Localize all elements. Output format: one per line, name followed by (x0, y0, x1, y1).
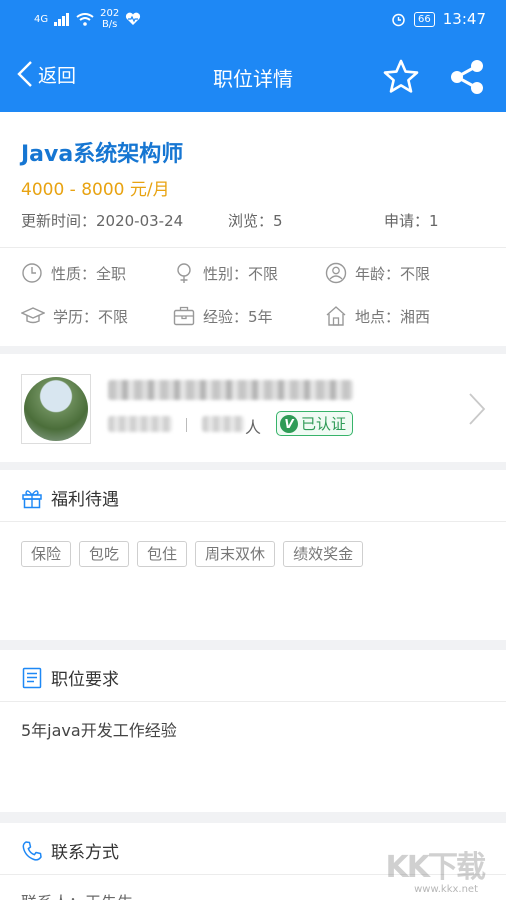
benefit-tag: 包吃 (79, 541, 130, 567)
benefit-tags: 保险 包吃 包住 周末双休 绩效奖金 (21, 541, 364, 567)
company-logo (21, 374, 91, 444)
requirements-section: 职位要求 5年java开发工作经验 (0, 650, 506, 812)
status-left: 4G 202 B/s (34, 8, 141, 30)
share-icon (451, 60, 483, 94)
attr-nature: 性质：全职 (21, 262, 126, 284)
nav-bar: 返回 职位详情 (0, 40, 506, 112)
contact-header: 联系方式 (21, 838, 119, 863)
battery-level: 66 (414, 11, 435, 27)
benefit-tag: 保险 (21, 541, 72, 567)
verified-badge: V 已认证 (276, 411, 354, 436)
view-count: 浏览：5 (228, 212, 283, 230)
building-icon (326, 306, 346, 326)
job-title: Java系统架构师 (21, 142, 184, 167)
alarm-icon (392, 13, 405, 26)
status-bar: 4G 202 B/s 66 13:47 (0, 0, 506, 40)
attr-location: 地点：湘西 (325, 305, 430, 327)
share-button[interactable] (448, 58, 486, 96)
company-card[interactable]: 人 V 已认证 (0, 354, 506, 462)
gender-icon (177, 263, 191, 283)
person-icon (325, 262, 347, 284)
gift-icon (22, 489, 42, 508)
attr-experience: 经验：5年 (173, 305, 273, 327)
company-logo-image (24, 377, 88, 441)
chevron-right-icon (469, 393, 486, 425)
company-name-blurred (108, 380, 353, 400)
company-size-blurred (202, 416, 244, 432)
attr-education: 学历：不限 (21, 305, 128, 327)
status-right: 66 13:47 (391, 10, 486, 28)
salary: 4000 - 8000 元/月 (21, 180, 170, 200)
signal-icon (54, 12, 70, 26)
phone-icon (22, 840, 42, 861)
clock: 13:47 (442, 10, 486, 28)
verified-icon: V (280, 414, 298, 433)
benefit-tag: 周末双休 (195, 541, 276, 567)
benefit-tag: 包住 (137, 541, 188, 567)
page-title: 职位详情 (213, 67, 293, 91)
apply-count: 申请：1 (384, 212, 439, 230)
divider (0, 521, 506, 522)
wifi-icon (76, 12, 94, 26)
benefits-header: 福利待遇 (21, 485, 119, 510)
briefcase-icon (173, 306, 195, 326)
benefits-section: 福利待遇 保险 包吃 包住 周末双休 绩效奖金 (0, 470, 506, 640)
clock-icon (22, 263, 42, 283)
requirements-header: 职位要求 (21, 665, 119, 690)
network-type: 4G (34, 13, 49, 25)
contact-person: 联系人：王先生 (21, 889, 133, 900)
network-speed: 202 B/s (100, 8, 120, 30)
separator (186, 418, 187, 432)
star-icon (383, 59, 419, 93)
divider (0, 701, 506, 702)
favorite-button[interactable] (382, 58, 420, 96)
requirements-text: 5年java开发工作经验 (21, 721, 177, 740)
watermark-logo: KK下载 (385, 850, 486, 885)
company-size-unit: 人 (245, 418, 262, 437)
job-info-card: Java系统架构师 4000 - 8000 元/月 更新时间：2020-03-2… (0, 112, 506, 346)
attr-gender: 性别：不限 (173, 262, 278, 284)
benefit-tag: 绩效奖金 (283, 541, 364, 567)
health-heart-icon (126, 12, 141, 25)
update-time: 更新时间：2020-03-24 (21, 212, 184, 230)
divider (0, 247, 506, 248)
company-industry-blurred (108, 416, 172, 432)
document-icon (22, 667, 42, 688)
watermark-url: www.kkx.net (414, 884, 478, 895)
attr-age: 年龄：不限 (325, 262, 430, 284)
graduation-cap-icon (21, 307, 45, 324)
